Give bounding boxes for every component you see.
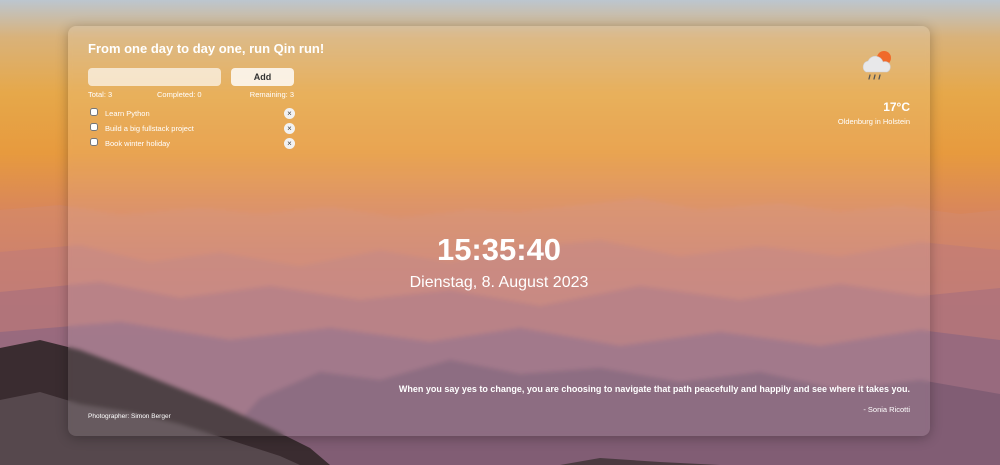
todo-stats: Total: 3 Completed: 0 Remaining: 3 <box>88 90 294 100</box>
quote-author: - Sonia Ricotti <box>863 405 910 414</box>
todo-list: Learn Python × Build a big fullstack pro… <box>90 108 296 153</box>
todo-remaining: Remaining: 3 <box>249 90 294 99</box>
photographer-credit: Photographer: Simon Berger <box>88 413 171 420</box>
weather-temperature: 17°C <box>883 100 910 114</box>
todo-checkbox[interactable] <box>90 108 98 116</box>
todo-item: Build a big fullstack project × <box>90 123 296 138</box>
dashboard-panel: From one day to day one, run Qin run! Ad… <box>68 26 930 436</box>
todo-total: Total: 3 <box>88 90 113 99</box>
clock-date: Dienstag, 8. August 2023 <box>409 274 589 291</box>
delete-todo-button[interactable]: × <box>284 138 295 149</box>
delete-todo-button[interactable]: × <box>284 108 295 119</box>
quote-text: When you say yes to change, you are choo… <box>398 384 910 394</box>
clock-time: 15:35:40 <box>436 232 562 267</box>
todo-checkbox[interactable] <box>90 123 98 131</box>
todo-item: Book winter holiday × <box>90 138 296 153</box>
todo-label: Book winter holiday <box>105 139 171 148</box>
todo-checkbox[interactable] <box>90 138 98 146</box>
todo-label: Build a big fullstack project <box>105 124 194 133</box>
cloud-rain-sun-icon <box>862 51 891 80</box>
page-title: From one day to day one, run Qin run! <box>88 41 325 56</box>
weather-city: Oldenburg in Holstein <box>837 117 910 126</box>
todo-item: Learn Python × <box>90 108 296 123</box>
delete-todo-button[interactable]: × <box>284 123 295 134</box>
add-todo-button[interactable]: Add <box>231 68 294 86</box>
todo-input[interactable] <box>88 68 221 86</box>
todo-label: Learn Python <box>105 109 150 118</box>
todo-completed: Completed: 0 <box>157 90 202 99</box>
